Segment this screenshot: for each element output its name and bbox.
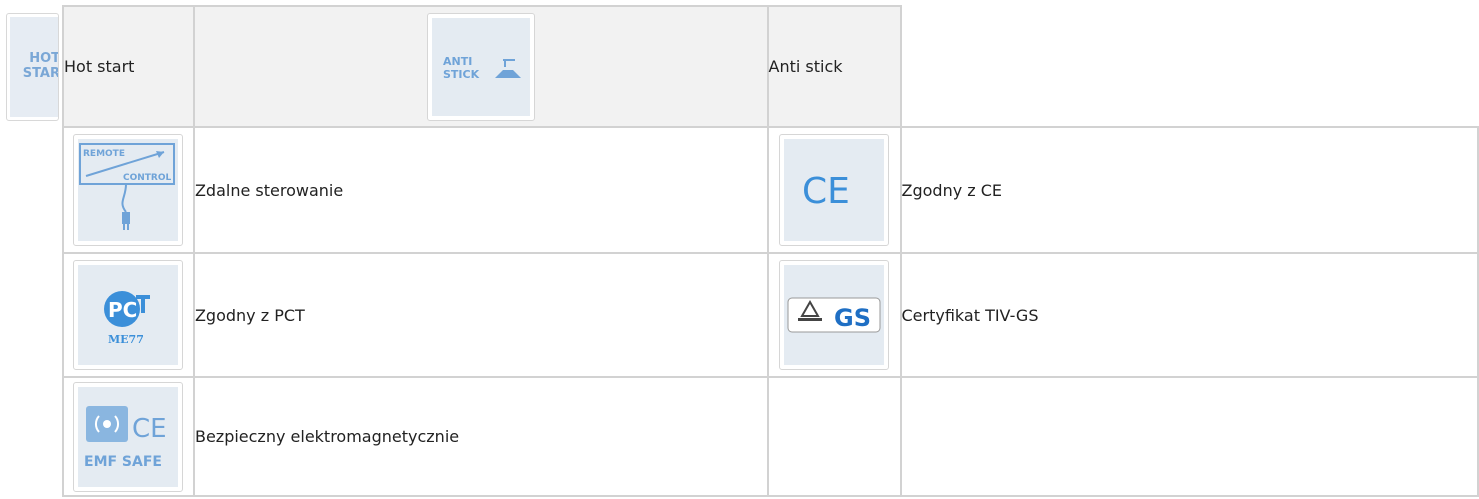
emf-safe-text: EMF SAFE [84, 454, 162, 470]
emf-ce-text: CE [132, 414, 167, 444]
hot-start-icon: HOT STAR [6, 13, 59, 121]
pct-icon-cell: PC ME77 [62, 252, 195, 378]
remote-icon-text2: CONTROL [123, 173, 172, 183]
remote-icon-text1: REMOTE [83, 149, 125, 159]
remote-control-icon-cell: REMOTE CONTROL [62, 126, 195, 254]
remote-control-icon: REMOTE CONTROL [73, 134, 184, 246]
features-table: Hot start ANTI STICK Anti stick REMOTE C… [62, 5, 1479, 497]
ce-icon-text: CE [802, 171, 850, 212]
emf-safe-icon: CE EMF SAFE [73, 381, 184, 492]
hot-start-icon-line1: HOT [29, 51, 59, 66]
table-row: REMOTE CONTROL Zdalne sterowanie CE Zgod… [62, 126, 1479, 254]
anti-stick-label: Anti stick [766, 5, 902, 128]
pct-icon-text: PC [108, 298, 137, 322]
gs-icon-text: GS [834, 304, 871, 332]
table-row: CE EMF SAFE Bezpieczny elektromagnetyczn… [62, 376, 1479, 497]
ce-icon: CE [779, 134, 890, 246]
emf-label: Bezpieczny elektromagnetycznie [192, 376, 769, 497]
emf-icon-cell: CE EMF SAFE [62, 376, 195, 497]
pct-icon: PC ME77 [73, 260, 184, 370]
table-row: Hot start ANTI STICK Anti stick [62, 5, 1478, 128]
gs-icon-cell: GS [766, 252, 902, 378]
empty-cell [899, 376, 1479, 497]
anti-stick-icon-text1: ANTI [443, 55, 472, 68]
tuv-gs-icon: GS [779, 260, 890, 370]
tuv-gs-label: Certyfikat TIV-GS [899, 252, 1479, 378]
pct-label: Zgodny z PCT [192, 252, 769, 378]
anti-stick-icon-cell: ANTI STICK [192, 5, 769, 128]
anti-stick-icon: ANTI STICK [426, 12, 535, 121]
pct-icon-code: ME77 [108, 333, 144, 346]
table-row: PC ME77 Zgodny z PCT GS Certyfikat TIV-G… [62, 252, 1479, 378]
ce-icon-cell: CE [766, 126, 902, 254]
ce-label: Zgodny z CE [899, 126, 1479, 254]
empty-cell [766, 376, 902, 497]
anti-stick-icon-text2: STICK [443, 68, 480, 81]
hot-start-label: Hot start [62, 5, 195, 128]
feature-page: HOT STAR Hot start ANTI STICK Anti stick… [0, 0, 1479, 499]
remote-control-label: Zdalne sterowanie [192, 126, 769, 254]
empty-cell [899, 6, 1478, 128]
hot-start-icon-line2: STAR [22, 66, 59, 81]
